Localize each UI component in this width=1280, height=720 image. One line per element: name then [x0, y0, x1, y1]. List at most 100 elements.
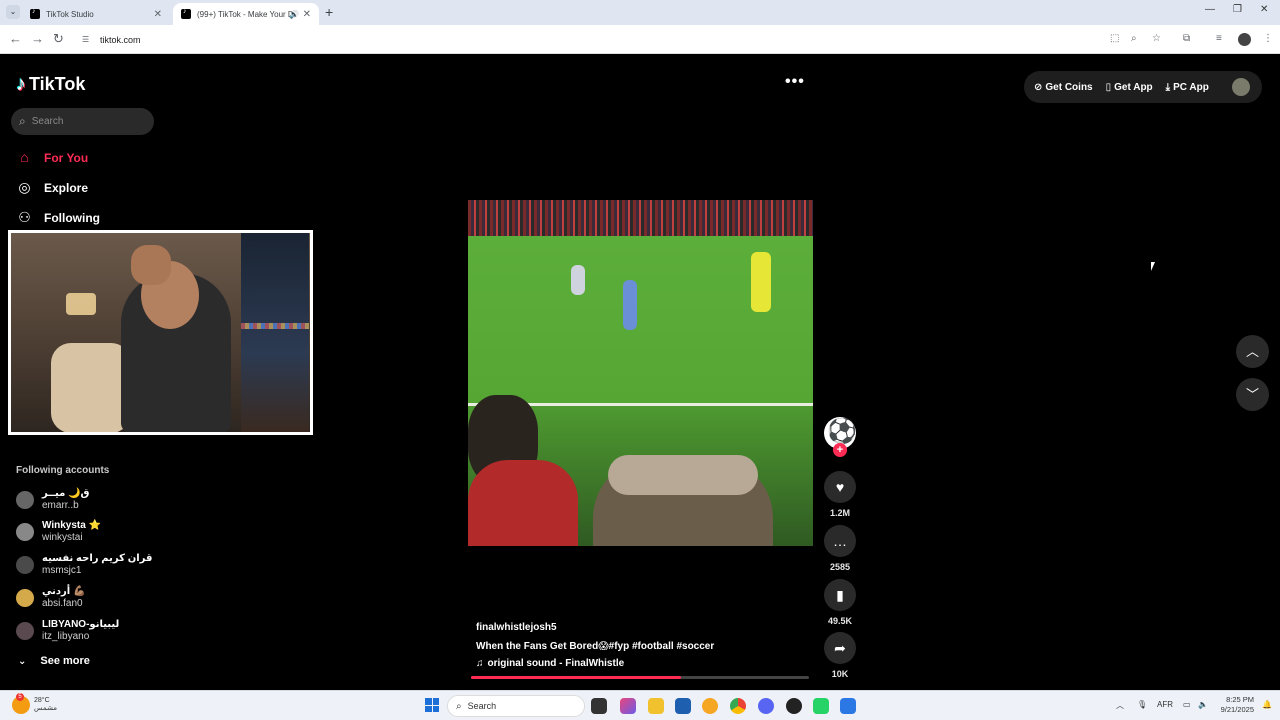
- app-window-icon[interactable]: [840, 698, 856, 714]
- phone-icon: ▯: [1105, 81, 1112, 93]
- temperature: 28°C: [34, 697, 50, 704]
- account-item[interactable]: Winkysta ⭐ winkystai: [16, 520, 101, 544]
- user-avatar[interactable]: [1232, 78, 1250, 96]
- menu-kebab-icon[interactable]: ⋮: [1263, 33, 1273, 44]
- network-icon[interactable]: ▭: [1183, 700, 1191, 709]
- home-icon: ⌂: [20, 149, 29, 165]
- logo-text: TikTok: [29, 74, 86, 94]
- like-button[interactable]: ♥: [824, 471, 856, 503]
- player-figure: [623, 280, 637, 330]
- site-info-icon[interactable]: ☰: [82, 35, 92, 45]
- media-control-icon[interactable]: ≡: [1216, 33, 1222, 44]
- video-progress-bar[interactable]: [471, 676, 809, 679]
- browser-profile-avatar[interactable]: [1238, 33, 1251, 46]
- clock-time: 8:25 PM: [1226, 695, 1254, 704]
- get-coins-button[interactable]: ⊘ Get Coins: [1034, 82, 1093, 93]
- search-icon: ⌕: [456, 700, 462, 712]
- browser-address-bar: ← → ↻ ☰ tiktok.com ⬚ ⌕ ☆ ⧉ ≡ ⋮: [0, 25, 1280, 54]
- more-options-icon[interactable]: •••: [785, 73, 805, 91]
- taskbar-search[interactable]: ⌕ Search: [447, 695, 585, 717]
- close-tab-icon[interactable]: ✕: [303, 9, 311, 20]
- account-item[interactable]: ق🌙 ميــر emarr..b: [16, 488, 90, 512]
- app-icon[interactable]: [702, 698, 718, 714]
- nav-for-you[interactable]: ⌂ For You: [16, 149, 88, 166]
- file-explorer-icon[interactable]: [648, 698, 664, 714]
- previous-video-button[interactable]: ︿: [1236, 335, 1269, 368]
- close-tab-icon[interactable]: ✕: [154, 9, 162, 20]
- spectator-red-shirt: [468, 460, 578, 546]
- tiktok-logo[interactable]: ♪ TikTok: [16, 73, 85, 96]
- share-button[interactable]: ➦: [824, 632, 856, 664]
- comment-button[interactable]: …: [824, 525, 856, 557]
- save-count: 49.5K: [827, 616, 853, 626]
- account-name: أردني 💪🏽: [42, 586, 86, 597]
- video-username[interactable]: finalwhistlejosh5: [476, 622, 714, 633]
- account-name: قران كريم راحه نفسيه: [42, 553, 153, 564]
- url-field[interactable]: ☰ tiktok.com: [76, 29, 1100, 50]
- video-player[interactable]: [468, 200, 813, 546]
- chrome-icon[interactable]: [730, 698, 746, 714]
- nav-following[interactable]: ⚇ Following: [16, 209, 100, 226]
- get-app-button[interactable]: ▯ Get App: [1106, 82, 1153, 93]
- tray-overflow-icon[interactable]: ︿: [1116, 700, 1124, 711]
- weather-widget[interactable]: 28°Cمشمس: [12, 693, 57, 714]
- copilot-icon[interactable]: [620, 698, 636, 714]
- user-plus-icon: ⚇: [18, 209, 31, 225]
- notification-icon[interactable]: 🔔: [1262, 700, 1272, 709]
- chevron-down-icon: ﹀: [1245, 387, 1259, 402]
- whatsapp-icon[interactable]: [813, 698, 829, 714]
- taskbar-clock[interactable]: 8:25 PM 9/21/2025: [1212, 695, 1254, 715]
- zoom-icon[interactable]: ⌕: [1131, 33, 1137, 44]
- microphone-icon[interactable]: 🎙: [1137, 700, 1147, 709]
- store-icon[interactable]: [675, 698, 691, 714]
- language-indicator[interactable]: AFR: [1157, 700, 1173, 709]
- account-item[interactable]: LIBYANO-ليبيانو itz_libyano: [16, 619, 119, 643]
- account-name: ق🌙 ميــر: [42, 488, 90, 499]
- following-accounts-title: Following accounts: [16, 465, 110, 476]
- see-more-button[interactable]: ⌄ See more: [18, 655, 90, 667]
- url-text: tiktok.com: [100, 34, 141, 45]
- speaker-icon[interactable]: 🔊: [289, 10, 299, 19]
- close-window-icon[interactable]: ✕: [1260, 4, 1268, 15]
- steward-figure: [751, 252, 771, 312]
- compass-icon: ◎: [18, 179, 31, 195]
- account-handle: itz_libyano: [42, 631, 90, 642]
- discord-icon[interactable]: [758, 698, 774, 714]
- search-input[interactable]: [31, 116, 132, 127]
- music-note-icon: ♫: [476, 658, 484, 669]
- account-name: LIBYANO-ليبيانو: [42, 619, 120, 630]
- maximize-icon[interactable]: ❐: [1233, 4, 1242, 15]
- pc-app-button[interactable]: ⤓ PC App: [1166, 82, 1209, 93]
- sun-icon: [12, 693, 30, 714]
- account-item[interactable]: قران كريم راحه نفسيه msmsjc1: [16, 553, 152, 577]
- save-button[interactable]: ▮: [824, 579, 856, 611]
- reload-icon[interactable]: ↻: [53, 31, 64, 47]
- extensions-icon[interactable]: ⧉: [1183, 33, 1190, 44]
- share-arrow-icon: ➦: [834, 640, 846, 656]
- minimize-icon[interactable]: —: [1205, 4, 1215, 15]
- account-name: Winkysta ⭐: [42, 520, 102, 531]
- get-coins-label: Get Coins: [1045, 81, 1093, 93]
- nav-label: For You: [44, 150, 89, 165]
- search-box[interactable]: ⌕: [11, 108, 154, 135]
- tab-tiktok-studio[interactable]: TikTok Studio ✕: [22, 3, 170, 25]
- task-view-icon[interactable]: [591, 698, 607, 714]
- video-sound[interactable]: ♫ original sound - FinalWhistle: [476, 658, 714, 669]
- tab-search-icon[interactable]: ⌄: [6, 5, 20, 19]
- forward-icon[interactable]: →: [31, 31, 44, 46]
- coin-icon: ⊘: [1034, 81, 1043, 93]
- account-item[interactable]: أردني 💪🏽 absi.fan0: [16, 586, 85, 610]
- nav-explore[interactable]: ◎ Explore: [16, 179, 88, 196]
- obs-icon[interactable]: [786, 698, 802, 714]
- tab-tiktok-main[interactable]: (99+) TikTok - Make Your Day 🔊 ✕: [173, 3, 319, 25]
- next-video-button[interactable]: ﹀: [1236, 378, 1269, 411]
- bookmark-star-icon[interactable]: ☆: [1152, 33, 1161, 44]
- install-app-icon[interactable]: ⬚: [1110, 33, 1119, 44]
- follow-plus-icon[interactable]: +: [833, 443, 847, 457]
- new-tab-button[interactable]: +: [325, 4, 333, 20]
- volume-icon[interactable]: 🔈: [1198, 700, 1208, 709]
- back-icon[interactable]: ←: [9, 31, 22, 46]
- video-progress-fill: [471, 676, 681, 679]
- chevron-up-icon: ︿: [1245, 344, 1259, 359]
- windows-start-icon[interactable]: [425, 698, 439, 712]
